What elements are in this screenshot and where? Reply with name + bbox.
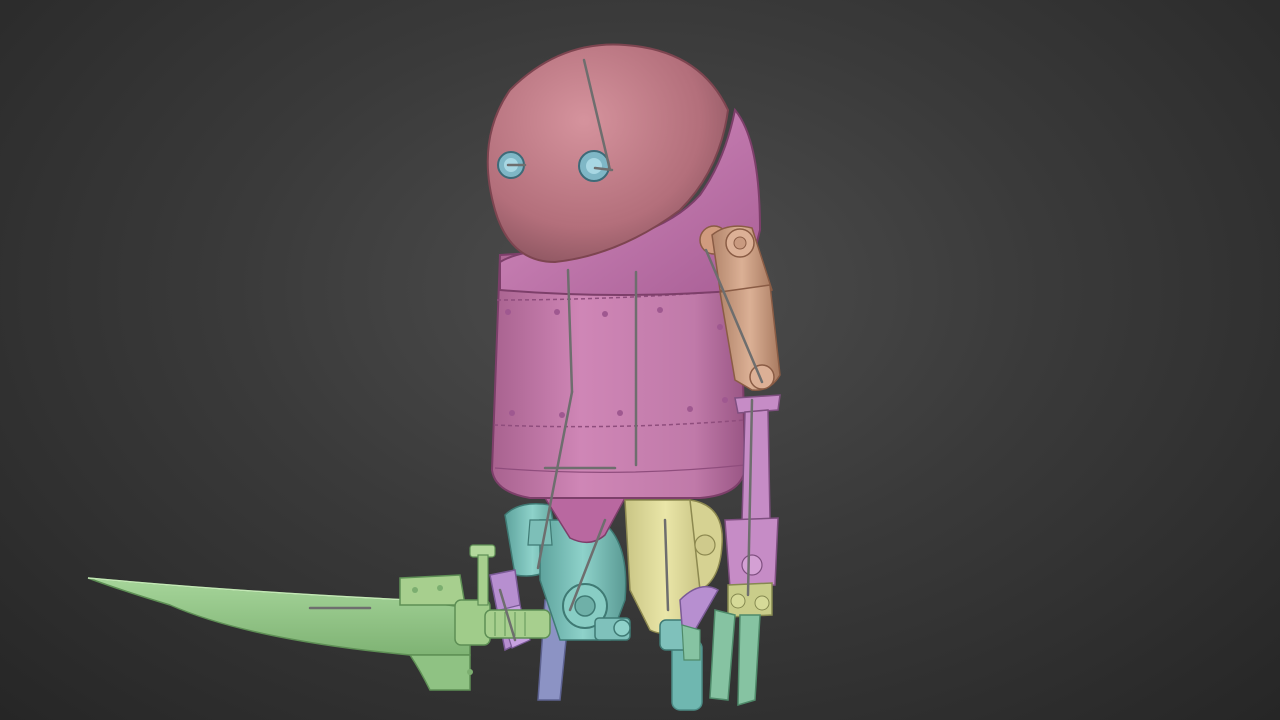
sword <box>87 544 551 691</box>
character-render <box>87 43 781 711</box>
3d-viewport[interactable] <box>0 0 1280 720</box>
sword-guard <box>399 574 466 606</box>
left-leg <box>624 499 723 651</box>
